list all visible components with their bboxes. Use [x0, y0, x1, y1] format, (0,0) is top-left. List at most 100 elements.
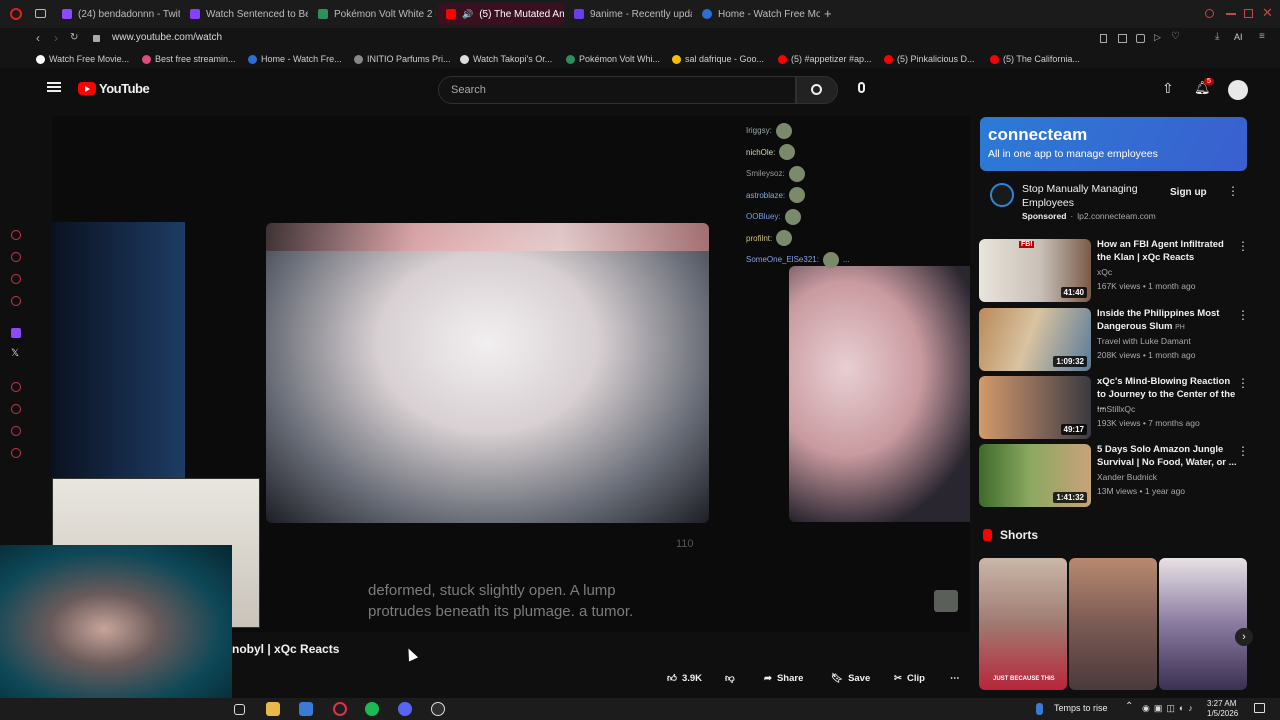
microphone-icon[interactable] [858, 82, 865, 93]
search-tabs-icon[interactable] [1205, 9, 1214, 18]
aria-ai-icon[interactable]: AI [1234, 32, 1243, 42]
save-button[interactable]: 🔖︎ Save [831, 670, 870, 686]
bookmark-item[interactable]: Best free streamin... [142, 54, 242, 64]
short-item[interactable] [1069, 558, 1157, 690]
download-icon[interactable]: ⤓ [1215, 31, 1219, 42]
recommendation-item[interactable]: 1:09:32 Inside the Philippines Most Dang… [979, 308, 1269, 372]
speaker-icon[interactable]: 🔊 [462, 9, 473, 20]
discord-icon[interactable] [398, 702, 412, 716]
close-button[interactable]: ✕ [1262, 5, 1273, 21]
ad-title[interactable]: Stop Manually Managing Employees [1022, 182, 1150, 210]
search-input[interactable]: Search [438, 76, 796, 104]
clip-button[interactable]: ✂ Clip [894, 670, 925, 686]
minimize-button[interactable] [1226, 13, 1236, 15]
file-explorer-icon[interactable] [266, 702, 280, 716]
tab-sentenced[interactable]: Watch Sentenced to Be a H [182, 3, 308, 25]
extensions-icon[interactable] [11, 426, 21, 436]
bookmark-item[interactable]: (5) #appetizer #ap... [778, 54, 878, 64]
rec-channel[interactable]: Travel with Luke Damant [1097, 336, 1191, 346]
rec-channel[interactable]: ImStillxQc [1097, 404, 1135, 414]
bookmark-item[interactable]: Watch Free Movie... [36, 54, 136, 64]
url-input[interactable]: www.youtube.com/watch [112, 32, 222, 43]
bookmark-label: Watch Free Movie... [49, 54, 130, 64]
bookmark-item[interactable]: Home - Watch Fre... [248, 54, 348, 64]
reload-icon[interactable]: ↻ [70, 32, 78, 43]
weather-text[interactable]: Temps to rise [1054, 703, 1108, 713]
dislike-button[interactable]: 👎︎ [725, 670, 735, 686]
bookmark-item[interactable]: sal dafrique - Goo... [672, 54, 772, 64]
bookmark-item[interactable]: (5) The California... [990, 54, 1090, 64]
bookmark-icon [142, 54, 151, 64]
clock-time[interactable]: 3:27 AM [1207, 699, 1236, 708]
tab-pokemon[interactable]: Pokémon Volt White 2 Red [310, 3, 436, 25]
tab-overview-icon[interactable] [35, 9, 46, 18]
maximize-button[interactable] [1244, 9, 1253, 18]
tab-twitch[interactable]: (24) bendadonnn - Twitch [54, 3, 180, 25]
youtube-header: YouTube Search ⇧ 🔔︎ 5 [32, 68, 1280, 112]
back-icon[interactable]: ‹ [36, 31, 40, 45]
messenger-icon[interactable] [11, 296, 21, 306]
snapshot-icon[interactable] [1118, 34, 1127, 43]
music-icon[interactable] [11, 382, 21, 392]
duration-badge: 49:17 [1060, 424, 1087, 435]
ad-signup-button[interactable]: Sign up [1170, 187, 1207, 198]
store-icon[interactable] [299, 702, 313, 716]
tray-icons[interactable]: ◉▣◫◐♪ [1142, 703, 1197, 714]
rec-channel[interactable]: xQc [1097, 267, 1112, 277]
bookmark-item[interactable]: INITIO Parfums Pri... [354, 54, 454, 64]
rec-more-icon[interactable]: ⋮ [1237, 444, 1249, 458]
upload-icon[interactable]: ⇧ [1162, 80, 1174, 97]
bookmarks-icon[interactable] [11, 274, 21, 284]
channel-watermark-icon[interactable] [934, 590, 958, 612]
player-icon[interactable]: ▷ [1154, 32, 1161, 43]
youtube-logo[interactable]: YouTube [78, 81, 150, 96]
like-button[interactable]: 👍︎ 3.9K [667, 670, 702, 686]
ad-more-icon[interactable]: ⋮ [1227, 184, 1239, 198]
twitch-sidebar-icon[interactable] [11, 328, 21, 338]
shorts-next-button[interactable]: › [1235, 628, 1253, 646]
rec-channel[interactable]: Xander Budnick [1097, 472, 1157, 482]
heart-icon[interactable]: ♡ [1171, 31, 1180, 42]
x-sidebar-icon[interactable]: 𝕏 [11, 348, 19, 359]
tab-9anime[interactable]: 9anime - Recently updated [566, 3, 692, 25]
spotify-icon[interactable] [365, 702, 379, 716]
flow-icon[interactable] [11, 252, 21, 262]
recommendation-item[interactable]: 49:17 xQc's Mind-Blowing Reaction to Jou… [979, 376, 1269, 440]
clock-date[interactable]: 1/5/2026 [1207, 709, 1238, 718]
task-view-icon[interactable] [234, 704, 245, 715]
rec-more-icon[interactable]: ⋮ [1237, 239, 1249, 253]
opera-taskbar-icon[interactable] [333, 702, 347, 716]
opera-logo-icon[interactable] [10, 8, 22, 20]
tab-youtube-active[interactable]: 🔊 (5) The Mutated Anim [438, 3, 564, 25]
chat-username: Iriggsy: [746, 126, 772, 136]
short-item[interactable] [1159, 558, 1247, 690]
history-icon[interactable] [11, 404, 21, 414]
chat-message: OOBluey: [746, 206, 946, 228]
ad-banner[interactable]: connecteam All in one app to manage empl… [980, 117, 1247, 171]
notification-center-icon[interactable] [1254, 703, 1265, 713]
tab-home-movies[interactable]: Home - Watch Free Movies [694, 3, 820, 25]
recommendation-item[interactable]: FBI 41:40 How an FBI Agent Infiltrated t… [979, 239, 1269, 303]
short-item[interactable]: JUST BECAUSE THIS [979, 558, 1067, 690]
bookmark-item[interactable]: Watch Takopi's Or... [460, 54, 560, 64]
avatar[interactable] [1228, 80, 1248, 100]
share-button[interactable]: ➦ Share [764, 670, 803, 686]
rec-more-icon[interactable]: ⋮ [1237, 376, 1249, 390]
tray-chevron-icon[interactable]: ⌃ [1125, 701, 1133, 712]
search-button[interactable] [796, 76, 838, 104]
rec-more-icon[interactable]: ⋮ [1237, 308, 1249, 322]
bookmark-item[interactable]: (5) Pinkalicious D... [884, 54, 984, 64]
forward-icon[interactable]: › [54, 31, 58, 45]
bookmark-page-icon[interactable] [1100, 34, 1107, 43]
menu-icon[interactable]: ≡ [1259, 31, 1265, 42]
adblock-icon[interactable] [1136, 34, 1145, 43]
aria-icon[interactable] [11, 230, 21, 240]
new-tab-button[interactable]: + [824, 6, 832, 21]
settings-icon[interactable] [11, 448, 21, 458]
bookmark-label: (5) #appetizer #ap... [791, 54, 872, 64]
more-actions-button[interactable]: ⋯ [950, 670, 960, 686]
chat-username: nichOle: [746, 147, 776, 157]
obs-icon[interactable] [431, 702, 445, 716]
bookmark-item[interactable]: Pokémon Volt Whi... [566, 54, 666, 64]
recommendation-item[interactable]: 1:41:32 5 Days Solo Amazon Jungle Surviv… [979, 444, 1269, 508]
